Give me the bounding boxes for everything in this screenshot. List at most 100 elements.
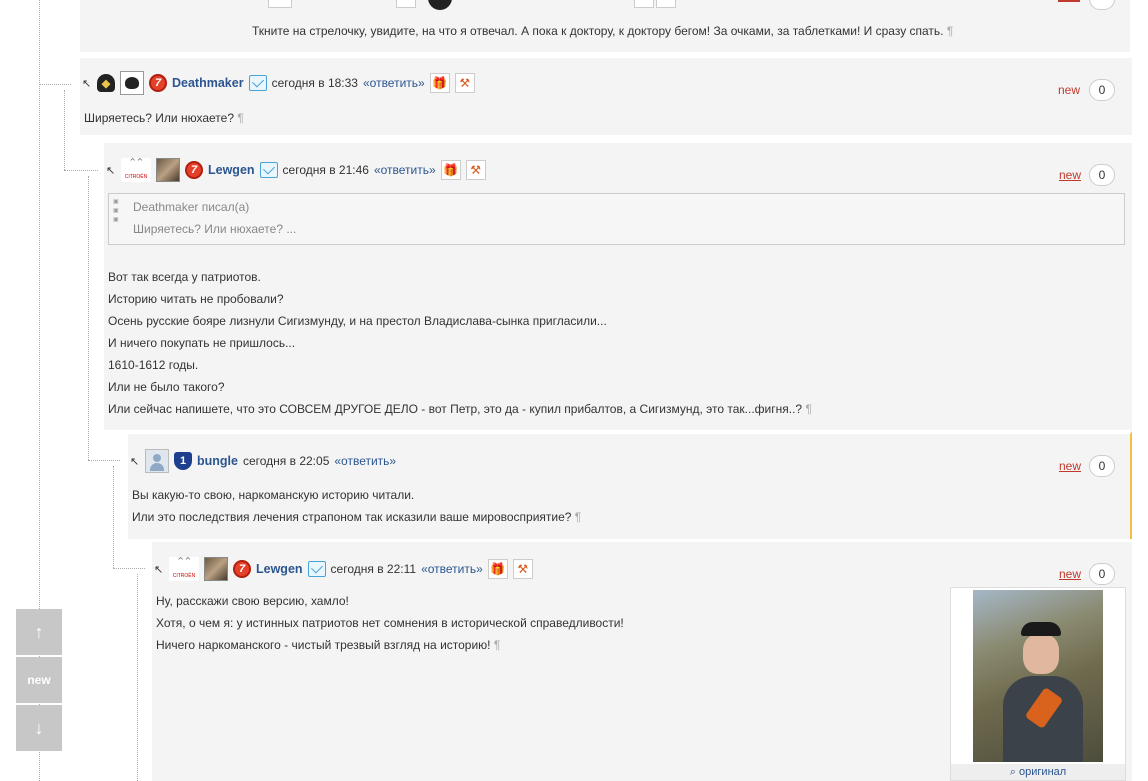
author-link[interactable]: Deathmaker bbox=[172, 76, 244, 90]
comment-line: Или не было такого? bbox=[108, 380, 225, 394]
thread-branch bbox=[64, 170, 98, 171]
photo-cap bbox=[1021, 622, 1061, 636]
mail-icon[interactable] bbox=[307, 561, 326, 577]
new-label[interactable]: new bbox=[1059, 459, 1081, 473]
shield-badge-icon: ◆ bbox=[97, 74, 115, 92]
original-link[interactable]: ⌕ оригинал bbox=[951, 764, 1125, 780]
comment-line: Хотя, о чем я: у истинных патриотов нет … bbox=[156, 616, 624, 630]
citroen-logo-icon: CITROËN bbox=[169, 557, 199, 581]
rating-count[interactable] bbox=[1089, 0, 1115, 10]
pilcrow: ¶ bbox=[237, 111, 244, 125]
gift-icon[interactable] bbox=[634, 0, 654, 8]
author-link[interactable]: Lewgen bbox=[256, 562, 303, 576]
thread-branch bbox=[88, 460, 120, 461]
mail-icon[interactable] bbox=[248, 75, 267, 91]
rating-count[interactable]: 0 bbox=[1089, 79, 1115, 101]
rank-badge-icon: 1 bbox=[174, 452, 192, 470]
comment-previous: Ткните на стрелочку, увидите, на что я о… bbox=[80, 0, 1130, 52]
original-link-label[interactable]: оригинал bbox=[1019, 766, 1066, 778]
quote-author: Deathmaker писал(а) bbox=[133, 200, 250, 214]
comment-line: Или сейчас напишете, что это СОВСЕМ ДРУГ… bbox=[108, 402, 803, 416]
avatar bbox=[428, 0, 452, 10]
seven-badge-icon: 7 bbox=[185, 161, 203, 179]
parent-arrow-icon[interactable]: ↖ bbox=[154, 563, 164, 576]
scroll-down-button[interactable]: ↓ bbox=[16, 705, 62, 751]
parent-arrow-icon[interactable]: ↖ bbox=[82, 77, 92, 90]
avatar[interactable] bbox=[204, 557, 228, 581]
mail-icon[interactable] bbox=[259, 162, 278, 178]
comment-date: сегодня в 22:05 bbox=[242, 454, 330, 468]
new-label[interactable] bbox=[1058, 0, 1080, 2]
comment-line: Осень русские бояре лизнули Сигизмунду, … bbox=[108, 314, 607, 328]
reply-link[interactable]: «ответить» bbox=[421, 562, 483, 576]
author-link[interactable]: Lewgen bbox=[208, 163, 255, 177]
next-new-button[interactable]: new bbox=[16, 657, 62, 703]
comment-date: сегодня в 18:33 bbox=[271, 76, 358, 90]
reply-link[interactable]: «ответить» bbox=[363, 76, 425, 90]
reply-link[interactable]: «ответить» bbox=[374, 163, 436, 177]
attached-image[interactable]: ⌕ оригинал bbox=[950, 587, 1126, 781]
pilcrow: ¶ bbox=[493, 638, 501, 652]
hammer-icon[interactable]: ⚒ bbox=[465, 160, 486, 180]
pilcrow: ¶ bbox=[574, 510, 582, 524]
comment: ↖ CITROËN 7 Lewgen сегодня в 21:46 «отве… bbox=[104, 140, 1132, 430]
comment-text: Ткните на стрелочку, увидите, на что я о… bbox=[252, 20, 1052, 42]
comment-line: Ничего наркоманского - чистый трезвый вз… bbox=[156, 638, 491, 652]
gift-icon[interactable]: 🎁 bbox=[429, 73, 450, 93]
photo[interactable] bbox=[973, 590, 1103, 762]
citroen-logo-icon: CITROËN bbox=[121, 158, 151, 182]
gift-icon[interactable]: 🎁 bbox=[487, 559, 508, 579]
rating-count[interactable]: 0 bbox=[1089, 563, 1115, 585]
avatar[interactable] bbox=[120, 71, 144, 95]
new-label[interactable]: new bbox=[1059, 567, 1081, 581]
comment-line: Вы какую-то свою, наркоманскую историю ч… bbox=[132, 488, 415, 502]
comment-header: ↖ CITROËN 7 Lewgen сегодня в 21:46 «отве… bbox=[106, 158, 486, 182]
comment-line: 1610-1612 годы. bbox=[108, 358, 199, 372]
rating-count[interactable]: 0 bbox=[1089, 455, 1115, 477]
thread-line bbox=[64, 90, 65, 170]
comment-line: Ткните на стрелочку, увидите, на что я о… bbox=[252, 24, 944, 38]
thread-branch bbox=[39, 84, 71, 85]
comment-text: Вы какую-то свою, наркоманскую историю ч… bbox=[132, 484, 581, 528]
comment-text: Ну, расскажи свою версию, хамло! Хотя, о… bbox=[156, 590, 624, 656]
comment: ↖ ◆ 7 Deathmaker сегодня в 18:33 «ответи… bbox=[80, 55, 1132, 135]
author-link[interactable]: bungle bbox=[197, 454, 238, 468]
seven-badge-icon: 7 bbox=[233, 560, 251, 578]
quote-icon: ▣ ▣ ▣ bbox=[113, 199, 119, 223]
thread-branch bbox=[113, 568, 145, 569]
hammer-icon[interactable] bbox=[656, 0, 676, 8]
quote-block: ▣ ▣ ▣ Deathmaker писал(а) Ширяетесь? Или н… bbox=[108, 193, 1125, 245]
avatar[interactable] bbox=[145, 449, 169, 473]
comment-text: Ширяетесь? Или нюхаете? ¶ bbox=[84, 107, 244, 129]
comment-text: Вот так всегда у патриотов. Историю чита… bbox=[108, 266, 812, 420]
avatar[interactable] bbox=[156, 158, 180, 182]
new-label[interactable]: new bbox=[1058, 83, 1080, 97]
arrow-down-icon: ↓ bbox=[34, 717, 44, 738]
scroll-up-button[interactable]: ↑ bbox=[16, 609, 62, 655]
citroen-label: CITROËN bbox=[172, 573, 196, 579]
thread-line bbox=[88, 176, 89, 460]
comment-date: сегодня в 21:46 bbox=[282, 163, 369, 177]
comment-line: Или это последствия лечения страпоном та… bbox=[132, 510, 572, 524]
reply-link[interactable]: «ответить» bbox=[334, 454, 396, 468]
thread-line bbox=[113, 466, 114, 568]
gift-icon[interactable]: 🎁 bbox=[440, 160, 461, 180]
thread-line bbox=[137, 574, 138, 781]
comment-header: ↖ CITROËN 7 Lewgen сегодня в 22:11 «отве… bbox=[154, 557, 533, 581]
comment-date: сегодня в 22:11 bbox=[330, 562, 417, 576]
hammer-icon[interactable]: ⚒ bbox=[512, 559, 533, 579]
new-label[interactable]: new bbox=[1059, 168, 1081, 182]
quote-text: Ширяетесь? Или нюхаете? ... bbox=[133, 222, 297, 236]
comment-line: Вот так всегда у патриотов. bbox=[108, 270, 261, 284]
comment-line: Ну, расскажи свою версию, хамло! bbox=[156, 594, 349, 608]
rating-count[interactable]: 0 bbox=[1089, 164, 1115, 186]
parent-arrow-icon[interactable]: ↖ bbox=[106, 164, 116, 177]
comment-line: Историю читать не пробовали? bbox=[108, 292, 284, 306]
pilcrow: ¶ bbox=[805, 402, 812, 416]
pilcrow: ¶ bbox=[946, 24, 954, 38]
hammer-icon[interactable]: ⚒ bbox=[454, 73, 475, 93]
parent-arrow-icon[interactable]: ↖ bbox=[130, 455, 140, 468]
comment-line: Ширяетесь? Или нюхаете? bbox=[84, 111, 234, 125]
toolbar-fragment bbox=[268, 0, 292, 8]
comment-header: ↖ 1 bungle сегодня в 22:05 «ответить» bbox=[130, 449, 396, 473]
